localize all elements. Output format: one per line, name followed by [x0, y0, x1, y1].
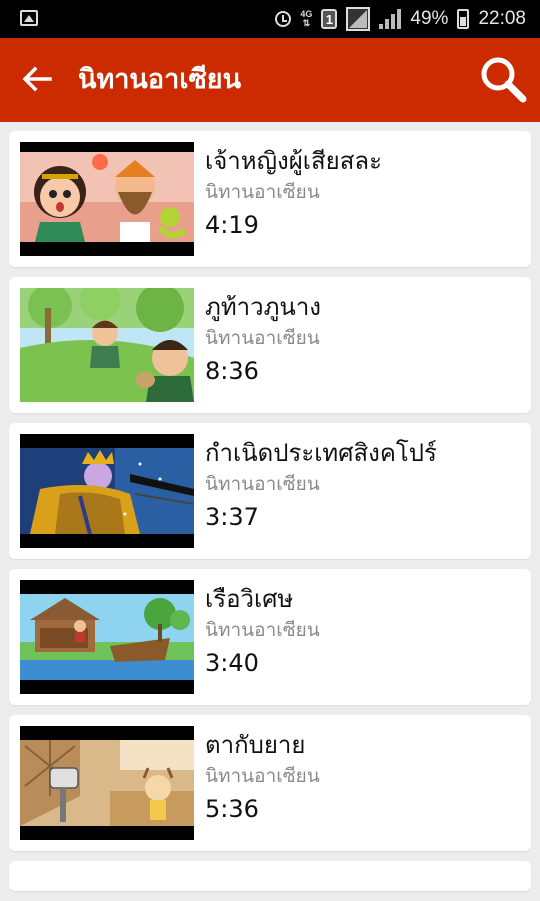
video-duration: 5:36 [205, 795, 259, 823]
video-channel: นิทานอาเซียน [205, 181, 320, 203]
arrow-left-icon [22, 66, 52, 92]
back-button[interactable] [14, 56, 60, 102]
sim-icon: 1 [321, 9, 338, 29]
clock: 22:08 [478, 8, 526, 29]
search-button[interactable] [478, 54, 528, 104]
video-list-item[interactable]: เจ้าหญิงผู้เสียสละ นิทานอาเซียน 4:19 [9, 131, 531, 267]
video-list-item[interactable]: ภูท้าวภูนาง นิทานอาเซียน 8:36 [9, 277, 531, 413]
video-thumbnail[interactable] [20, 142, 194, 256]
video-title: ตากับยาย [205, 731, 306, 759]
battery-percent: 49% [410, 8, 449, 29]
search-icon [481, 57, 527, 103]
video-title: ภูท้าวภูนาง [205, 293, 322, 321]
video-title: เรือวิเศษ [205, 585, 294, 613]
video-duration: 4:19 [205, 211, 259, 239]
image-icon [20, 10, 38, 26]
video-channel: นิทานอาเซียน [205, 765, 320, 787]
video-list: เจ้าหญิงผู้เสียสละ นิทานอาเซียน 4:19 ภูท… [9, 131, 531, 901]
alarm-icon [275, 11, 292, 27]
video-thumbnail[interactable] [20, 288, 194, 402]
app-bar: นิทานอาเซียน [0, 38, 540, 122]
signal-bars-icon [379, 9, 402, 29]
signal-icon [346, 7, 371, 31]
video-channel: นิทานอาเซียน [205, 473, 320, 495]
video-list-item[interactable]: เรือวิเศษ นิทานอาเซียน 3:40 [9, 569, 531, 705]
video-thumbnail[interactable] [20, 580, 194, 694]
network-4g-icon: 4G ⇅ [300, 9, 313, 28]
video-title: กำเนิดประเทศสิงคโปร์ [205, 439, 437, 467]
video-channel: นิทานอาเซียน [205, 327, 320, 349]
video-duration: 3:40 [205, 649, 259, 677]
video-title: เจ้าหญิงผู้เสียสละ [205, 147, 382, 175]
video-channel: นิทานอาเซียน [205, 619, 320, 641]
page-title: นิทานอาเซียน [78, 64, 242, 95]
video-list-item[interactable]: กำเนิดประเทศสิงคโปร์ นิทานอาเซียน 3:37 [9, 423, 531, 559]
video-list-item[interactable] [9, 861, 531, 891]
video-duration: 8:36 [205, 357, 259, 385]
video-duration: 3:37 [205, 503, 259, 531]
battery-icon [457, 9, 470, 29]
video-thumbnail[interactable] [20, 434, 194, 548]
status-bar: 4G ⇅ 1 49% 22:08 [0, 0, 540, 38]
video-thumbnail[interactable] [20, 726, 194, 840]
video-list-item[interactable]: ตากับยาย นิทานอาเซียน 5:36 [9, 715, 531, 851]
